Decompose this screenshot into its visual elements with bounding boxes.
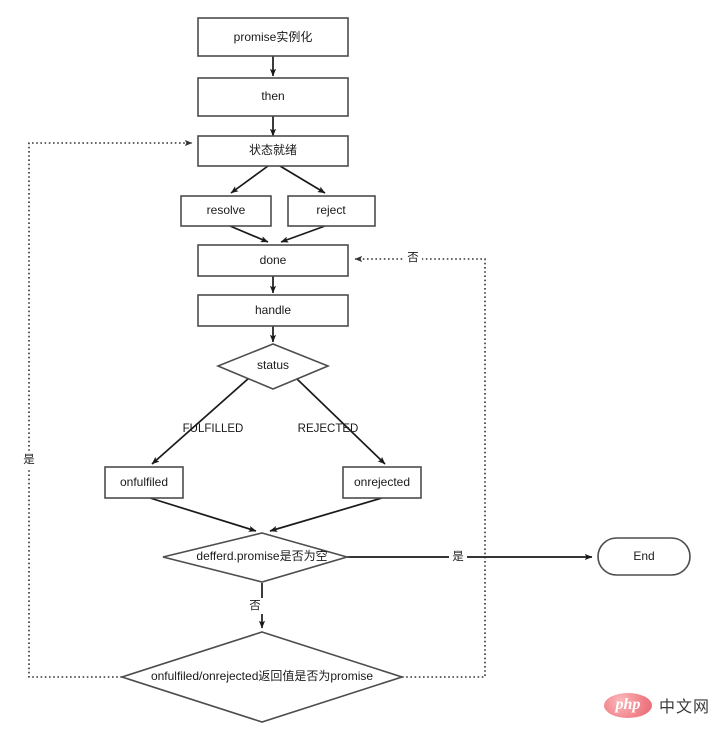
edge-state-ready-to-reject [279, 165, 326, 194]
node-then-label: then [261, 89, 284, 103]
node-promise-init-label: promise实例化 [234, 29, 313, 44]
node-reject-label: reject [316, 203, 346, 217]
edge-status-to-onrejected [295, 377, 386, 465]
node-state-ready[interactable]: 状态就绪 [197, 135, 349, 167]
node-resolve-label: resolve [207, 203, 246, 217]
node-done-label: done [260, 253, 287, 267]
flowchart-canvas: promise实例化 then 状态就绪 resolve reject done… [20, 17, 691, 723]
node-defferd-empty-label: defferd.promise是否为空 [196, 549, 327, 563]
node-resolve[interactable]: resolve [180, 195, 272, 227]
watermark-logo: php 中文网 [604, 688, 710, 722]
edge-onfulfiled-to-defferd [149, 497, 257, 532]
node-state-ready-label: 状态就绪 [249, 143, 297, 157]
watermark-site-text: 中文网 [658, 697, 710, 716]
node-onrejected[interactable]: onrejected [342, 466, 422, 499]
node-onrejected-label: onrejected [354, 475, 410, 489]
node-status[interactable]: status [215, 343, 331, 390]
node-handle[interactable]: handle [197, 294, 349, 327]
edge-return-yes-to-state-ready [28, 139, 193, 678]
edge-label-rejected: REJECTED [298, 423, 359, 435]
edge-label-yes-to-end: 是 [452, 550, 464, 563]
edge-label-fulfilled: FULFILLED [183, 423, 244, 435]
edge-status-to-onfulfiled [151, 377, 250, 465]
edge-onrejected-to-defferd [269, 497, 383, 532]
php-logo-icon: php [604, 692, 652, 718]
node-onfulfiled[interactable]: onfulfiled [104, 466, 184, 499]
node-onfulfiled-label: onfulfiled [120, 475, 168, 489]
node-defferd-empty[interactable]: defferd.promise是否为空 [162, 532, 350, 583]
node-handle-label: handle [255, 303, 291, 317]
node-return-is-promise[interactable]: onfulfiled/onrejected返回值是否为promise [119, 631, 405, 723]
edge-label-no-to-return: 否 [249, 600, 261, 612]
node-status-label: status [257, 358, 289, 372]
node-end[interactable]: End [597, 537, 691, 576]
node-return-is-promise-label: onfulfiled/onrejected返回值是否为promise [151, 668, 373, 683]
node-done[interactable]: done [197, 244, 349, 277]
node-reject[interactable]: reject [287, 195, 376, 227]
node-then[interactable]: then [197, 77, 349, 117]
edge-label-yes-to-state-ready: 是 [23, 453, 35, 466]
php-logo-text: php [615, 696, 641, 713]
node-end-label: End [633, 549, 654, 563]
node-promise-init[interactable]: promise实例化 [197, 17, 349, 57]
edge-state-ready-to-resolve [230, 165, 269, 194]
edge-label-no-to-done: 否 [407, 252, 419, 264]
edge-resolve-to-done [229, 225, 269, 243]
edge-reject-to-done [280, 225, 326, 243]
